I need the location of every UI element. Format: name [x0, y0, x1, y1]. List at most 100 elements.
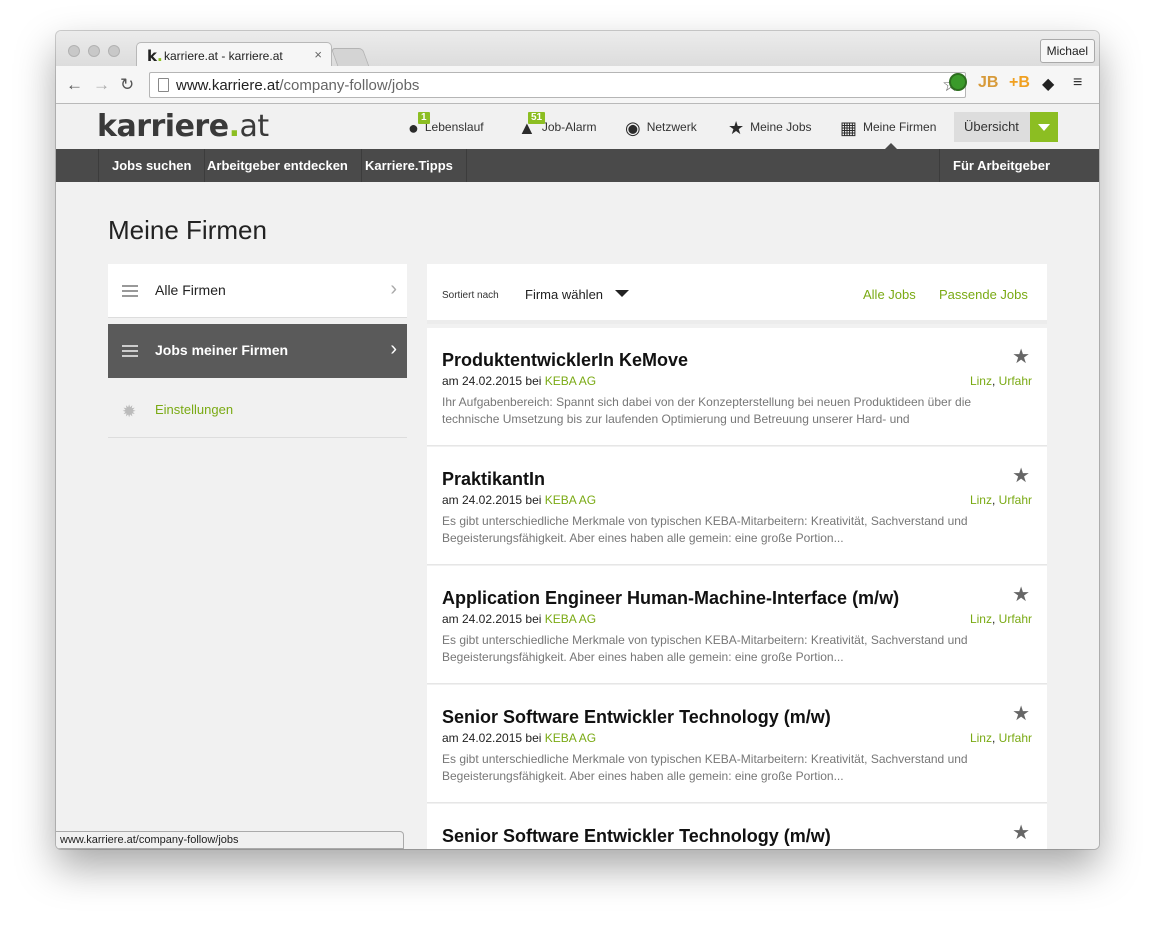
- logo-tld: at: [239, 109, 269, 144]
- star-icon[interactable]: ★: [1012, 463, 1030, 488]
- chevron-down-icon[interactable]: [1030, 112, 1058, 142]
- job-date: am 24.02.2015 bei: [442, 612, 542, 626]
- company-select[interactable]: Firma wählen: [525, 287, 630, 302]
- user-icon: ● 1: [408, 112, 430, 139]
- job-company[interactable]: KEBA AG: [545, 493, 596, 507]
- star-icon[interactable]: ★: [1012, 344, 1030, 369]
- nav-job-alarm-label: Job-Alarm: [541, 120, 597, 134]
- sidebar-item-einstellungen[interactable]: ✹ Einstellungen: [108, 384, 407, 438]
- job-title[interactable]: Senior Software Entwickler Technology (m…: [442, 826, 831, 847]
- minimize-window-button[interactable]: [88, 45, 100, 57]
- sidebar-item-jobs-meiner-firmen[interactable]: Jobs meiner Firmen ›: [108, 324, 407, 378]
- job-alarm-badge: 51: [528, 112, 546, 124]
- job-company[interactable]: KEBA AG: [545, 374, 596, 388]
- star-icon[interactable]: ★: [1012, 820, 1030, 845]
- overview-label: Übersicht: [964, 119, 1019, 134]
- job-location-1[interactable]: Linz: [970, 612, 992, 626]
- caret-down-icon: [615, 290, 630, 297]
- nav-lebenslauf[interactable]: ● 1 Lebenslauf: [408, 112, 484, 139]
- tab-close-icon[interactable]: ×: [314, 47, 322, 62]
- sidebar-item-alle-firmen[interactable]: Alle Firmen ›: [108, 264, 407, 318]
- job-description: Es gibt unterschiedliche Merkmale von ty…: [442, 514, 968, 545]
- title-bar: k. karriere.at - karriere.at × Michael: [56, 31, 1099, 67]
- extension-green-icon[interactable]: [949, 73, 967, 91]
- job-location-2[interactable]: Urfahr: [999, 374, 1032, 388]
- nav-meine-jobs[interactable]: ★ Meine Jobs: [728, 118, 812, 139]
- job-card[interactable]: Application Engineer Human-Machine-Inter…: [427, 566, 1047, 684]
- job-location-2[interactable]: Urfahr: [999, 612, 1032, 626]
- sort-label: Sortiert nach: [442, 290, 499, 301]
- job-title[interactable]: Senior Software Entwickler Technology (m…: [442, 707, 831, 728]
- nav-job-alarm[interactable]: ▲ 51 Job-Alarm: [518, 112, 597, 139]
- building-icon: ▦: [840, 118, 858, 138]
- sort-bar: Sortiert nach Firma wählen Alle Jobs Pas…: [427, 264, 1047, 324]
- nav-netzwerk[interactable]: ◉ Netzwerk: [625, 118, 697, 139]
- logo-main: karriere: [97, 109, 229, 144]
- star-icon[interactable]: ★: [1012, 701, 1030, 726]
- job-card[interactable]: ProduktentwicklerIn KeMove ★ am 24.02.20…: [427, 328, 1047, 446]
- extension-plus-b-icon[interactable]: +B: [1009, 74, 1030, 92]
- filter-matching-jobs[interactable]: Passende Jobs: [939, 287, 1028, 302]
- extension-jb-icon[interactable]: JB: [978, 74, 998, 92]
- site-logo[interactable]: karriere.at: [97, 109, 269, 144]
- url-text[interactable]: www.karriere.at/company-follow/jobs: [176, 77, 419, 94]
- sidebar-item-label: Jobs meiner Firmen: [155, 342, 289, 358]
- nav-arbeitgeber-entdecken[interactable]: Arbeitgeber entdecken: [194, 149, 362, 182]
- filter-all-jobs[interactable]: Alle Jobs: [863, 287, 916, 302]
- site-header: karriere.at ● 1 Lebenslauf ▲ 51 Job-Alarm ◉ N…: [56, 104, 1099, 150]
- gear-icon: ✹: [122, 402, 137, 421]
- job-title[interactable]: PraktikantIn: [442, 469, 545, 490]
- list-icon: [122, 285, 138, 297]
- sidebar-item-label: Alle Firmen: [155, 282, 226, 298]
- job-location-1[interactable]: Linz: [970, 731, 992, 745]
- overview-button[interactable]: Übersicht: [954, 112, 1058, 142]
- job-location-2[interactable]: Urfahr: [999, 731, 1032, 745]
- page-title: Meine Firmen: [108, 215, 267, 245]
- job-location-1[interactable]: Linz: [970, 374, 992, 388]
- job-company[interactable]: KEBA AG: [545, 731, 596, 745]
- job-location-1[interactable]: Linz: [970, 493, 992, 507]
- new-tab-button[interactable]: [330, 48, 370, 66]
- menu-icon[interactable]: ≡: [1073, 74, 1082, 92]
- forward-icon[interactable]: →: [93, 75, 110, 95]
- nav-karriere-tipps[interactable]: Karriere.Tipps: [352, 149, 467, 182]
- reload-icon[interactable]: ↻: [120, 75, 134, 95]
- zoom-window-button[interactable]: [108, 45, 120, 57]
- job-location-2[interactable]: Urfahr: [999, 493, 1032, 507]
- star-icon[interactable]: ★: [1012, 582, 1030, 607]
- tab-title: karriere.at - karriere.at: [164, 49, 283, 63]
- job-date: am 24.02.2015 bei: [442, 374, 542, 388]
- browser-toolbar: ← → ↻ www.karriere.at/company-follow/job…: [56, 66, 1099, 104]
- job-card[interactable]: PraktikantIn ★ am 24.02.2015 bei KEBA AG…: [427, 447, 1047, 565]
- profile-button[interactable]: Michael: [1039, 39, 1095, 63]
- job-meta: am 24.02.2015 bei KEBA AG: [442, 493, 596, 507]
- address-bar[interactable]: www.karriere.at/company-follow/jobs ☆: [149, 72, 966, 98]
- main-content: Meine Firmen Alle Firmen › Jobs meiner F…: [56, 182, 1099, 849]
- job-title[interactable]: Application Engineer Human-Machine-Inter…: [442, 588, 899, 609]
- status-bar: www.karriere.at/company-follow/jobs: [56, 831, 404, 849]
- job-meta: am 24.02.2015 bei KEBA AG: [442, 731, 596, 745]
- nav-meine-jobs-label: Meine Jobs: [750, 120, 812, 134]
- nav-netzwerk-label: Netzwerk: [646, 120, 697, 134]
- job-description: Es gibt unterschiedliche Merkmale von ty…: [442, 633, 968, 664]
- nav-fuer-arbeitgeber[interactable]: Für Arbeitgeber: [939, 149, 1063, 182]
- page-icon: [158, 78, 169, 92]
- job-company[interactable]: KEBA AG: [545, 612, 596, 626]
- close-window-button[interactable]: [68, 45, 80, 57]
- nav-meine-firmen[interactable]: ▦ Meine Firmen: [840, 118, 936, 139]
- job-title[interactable]: ProduktentwicklerIn KeMove: [442, 350, 688, 371]
- job-card[interactable]: Senior Software Entwickler Technology (m…: [427, 804, 1047, 849]
- job-location: Linz, Urfahr: [969, 612, 1032, 626]
- job-date: am 24.02.2015 bei: [442, 493, 542, 507]
- nav-meine-firmen-label: Meine Firmen: [863, 120, 937, 134]
- job-card[interactable]: Senior Software Entwickler Technology (m…: [427, 685, 1047, 803]
- browser-tab[interactable]: k. karriere.at - karriere.at ×: [136, 42, 332, 67]
- url-host: www.karriere.at: [176, 77, 280, 94]
- chevron-right-icon: ›: [390, 338, 397, 360]
- logo-dot: .: [228, 109, 240, 144]
- nav-jobs-suchen[interactable]: Jobs suchen: [98, 149, 206, 182]
- chevron-right-icon: ›: [390, 278, 397, 300]
- job-meta: am 24.02.2015 bei KEBA AG: [442, 374, 596, 388]
- extension-layers-icon[interactable]: ◆: [1042, 74, 1054, 94]
- back-icon[interactable]: ←: [66, 75, 83, 95]
